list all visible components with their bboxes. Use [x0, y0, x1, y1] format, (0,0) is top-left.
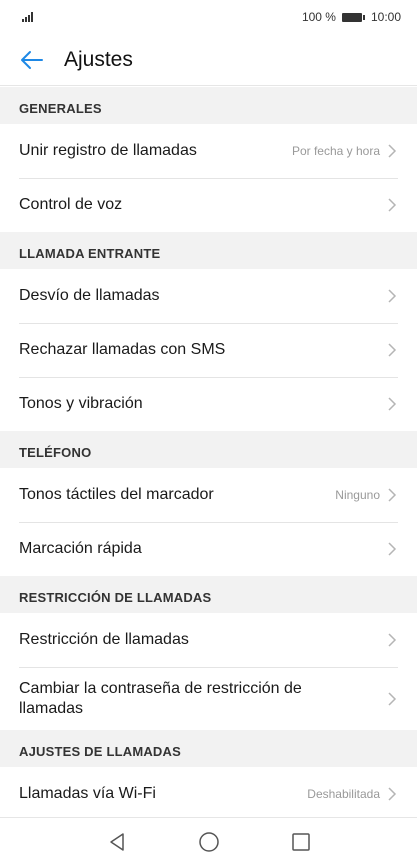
- app-bar: Ajustes: [0, 34, 417, 86]
- settings-row-cambiar-contrasena[interactable]: Cambiar la contraseña de restricción de …: [0, 667, 417, 730]
- section-header-generales: GENERALES: [0, 87, 417, 124]
- row-label: Rechazar llamadas con SMS: [19, 341, 226, 358]
- row-value: Deshabilitada: [307, 787, 380, 801]
- row-label: Llamadas vía Wi-Fi: [19, 785, 156, 802]
- chevron-right-icon: [388, 198, 397, 212]
- chevron-right-icon: [388, 343, 397, 357]
- settings-row-desvio[interactable]: Desvío de llamadas: [0, 269, 417, 323]
- status-bar: 100 % 10:00: [0, 0, 417, 34]
- row-label: Control de voz: [19, 196, 123, 213]
- row-right: [386, 288, 398, 304]
- row-right: [386, 541, 398, 557]
- row-label: Unir registro de llamadas: [19, 142, 197, 159]
- chevron-right-icon: [388, 144, 397, 158]
- settings-row-marcacion-rapida[interactable]: Marcación rápida: [0, 522, 417, 576]
- circle-home-icon: [198, 832, 219, 852]
- settings-list[interactable]: GENERALES Unir registro de llamadas Por …: [0, 87, 417, 818]
- row-label: Marcación rápida: [19, 540, 142, 557]
- section-header-llamada-entrante: LLAMADA ENTRANTE: [0, 232, 417, 269]
- row-right: [386, 632, 398, 648]
- row-value: Ninguno: [335, 488, 380, 502]
- chevron-right-icon: [388, 488, 397, 502]
- row-right: [386, 197, 398, 213]
- settings-row-tonos-vibracion[interactable]: Tonos y vibración: [0, 377, 417, 431]
- page-title: Ajustes: [64, 47, 133, 71]
- square-recent-icon: [291, 833, 310, 851]
- chevron-right-icon: [388, 289, 397, 303]
- row-label: Cambiar la contraseña de restricción de …: [19, 679, 302, 717]
- status-right: 100 % 10:00: [302, 10, 401, 24]
- settings-row-rechazar-sms[interactable]: Rechazar llamadas con SMS: [0, 323, 417, 377]
- triangle-back-icon: [109, 833, 124, 851]
- row-right: Por fecha y hora: [292, 143, 398, 159]
- nav-recent-button[interactable]: [255, 818, 347, 866]
- chevron-right-icon: [388, 633, 397, 647]
- nav-back-button[interactable]: [71, 818, 163, 866]
- row-value: Por fecha y hora: [291, 144, 380, 158]
- signal-icon: [22, 12, 33, 22]
- nav-home-button[interactable]: [163, 818, 255, 866]
- chevron-right-icon: [388, 691, 397, 706]
- battery-percent: 100 %: [301, 10, 336, 24]
- clock: 10:00: [370, 10, 401, 24]
- row-right: [386, 396, 398, 412]
- row-label: Restricción de llamadas: [19, 631, 189, 648]
- row-label: Tonos táctiles del marcador: [19, 486, 214, 503]
- row-right: Deshabilitada: [307, 786, 398, 802]
- section-header-restriccion: RESTRICCIÓN DE LLAMADAS: [0, 576, 417, 613]
- row-label: Tonos y vibración: [19, 395, 143, 412]
- row-right: Ninguno: [335, 487, 398, 503]
- row-right: [386, 342, 398, 358]
- settings-row-control-voz[interactable]: Control de voz: [0, 178, 417, 232]
- chevron-right-icon: [388, 397, 397, 411]
- navigation-bar: [0, 817, 417, 866]
- chevron-right-icon: [388, 787, 397, 801]
- settings-row-tonos-tactiles[interactable]: Tonos táctiles del marcador Ninguno: [0, 468, 417, 522]
- settings-row-wifi-calling[interactable]: Llamadas vía Wi-Fi Deshabilitada: [0, 767, 417, 818]
- settings-row-unir-registro[interactable]: Unir registro de llamadas Por fecha y ho…: [0, 124, 417, 178]
- section-header-telefono: TELÉFONO: [0, 431, 417, 468]
- section-header-ajustes-llamadas: AJUSTES DE LLAMADAS: [0, 730, 417, 767]
- row-label: Desvío de llamadas: [19, 287, 160, 304]
- settings-row-restriccion[interactable]: Restricción de llamadas: [0, 613, 417, 667]
- row-right: [386, 691, 398, 707]
- arrow-left-icon: [21, 50, 43, 69]
- back-button[interactable]: [0, 34, 64, 86]
- chevron-right-icon: [388, 542, 397, 556]
- battery-icon: [341, 12, 365, 22]
